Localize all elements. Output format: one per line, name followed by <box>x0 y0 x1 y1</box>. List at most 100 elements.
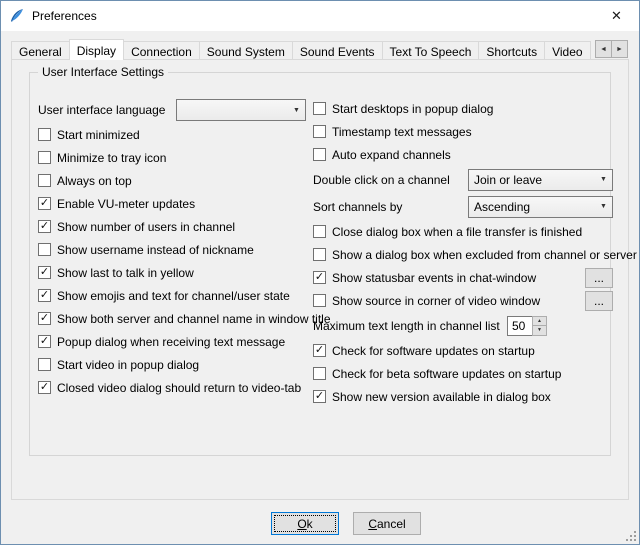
scroll-left-icon: ◄ <box>600 46 607 53</box>
max-text-length-field[interactable]: 50 <box>507 316 533 336</box>
ellipsis-button[interactable]: ... <box>585 268 613 288</box>
chevron-down-icon: ▼ <box>289 101 304 119</box>
tab-scroll-left-button[interactable]: ◄ <box>595 40 612 58</box>
checkbox-unchecked[interactable] <box>313 148 326 161</box>
checkbox-checked[interactable]: ✓ <box>313 390 326 403</box>
checkbox-unchecked[interactable] <box>38 358 51 371</box>
preferences-window: Preferences ✕ GeneralDisplayConnectionSo… <box>0 0 640 545</box>
window-title: Preferences <box>32 9 97 23</box>
checkbox-row: ✓ Show new version available in dialog bo… <box>313 385 613 408</box>
checkbox-label: Popup dialog when receiving text message <box>57 335 285 349</box>
spin-up-icon: ▲ <box>537 318 542 324</box>
checkbox-row: Always on top <box>38 169 310 192</box>
checkbox-label: Auto expand channels <box>332 148 451 162</box>
left-checkbox-list: Start minimized Minimize to tray icon Alwa… <box>38 123 310 399</box>
checkbox-label: Check for beta software updates on start… <box>332 367 561 381</box>
scroll-right-icon: ► <box>616 46 623 53</box>
checkbox-checked[interactable]: ✓ <box>38 197 51 210</box>
checkbox-unchecked[interactable] <box>313 225 326 238</box>
checkbox-row: Start desktops in popup dialog <box>313 97 613 120</box>
spin-down-button[interactable]: ▼ <box>532 325 547 336</box>
ellipsis-button[interactable]: ... <box>585 291 613 311</box>
checkbox-label: Show statusbar events in chat-window <box>332 271 536 285</box>
checkbox-checked[interactable]: ✓ <box>313 344 326 357</box>
tab-text-to-speech[interactable]: Text To Speech <box>382 41 480 60</box>
checkbox-row: Show a dialog box when excluded from cha… <box>313 243 613 266</box>
sort-channels-row: Sort channels by Ascending ▼ <box>313 193 613 220</box>
app-icon <box>9 8 25 24</box>
checkbox-checked[interactable]: ✓ <box>313 271 326 284</box>
max-text-length-label: Maximum text length in channel list <box>313 319 507 333</box>
chevron-down-icon: ▼ <box>596 171 611 189</box>
language-row: User interface language ▼ <box>38 97 310 123</box>
left-column: User interface language ▼ Start minimize… <box>38 97 310 399</box>
tab-display[interactable]: Display <box>69 39 124 60</box>
checkbox-checked[interactable]: ✓ <box>38 289 51 302</box>
checkbox-unchecked[interactable] <box>313 294 326 307</box>
spin-down-icon: ▼ <box>537 327 542 333</box>
checkbox-label: Minimize to tray icon <box>57 151 166 165</box>
checkbox-label: Close dialog box when a file transfer is… <box>332 225 582 239</box>
checkbox-label: Closed video dialog should return to vid… <box>57 381 301 395</box>
language-label: User interface language <box>38 103 176 117</box>
checkbox-unchecked[interactable] <box>313 248 326 261</box>
right-checkbox-list-mid: Close dialog box when a file transfer is… <box>313 220 613 312</box>
checkbox-row: Check for beta software updates on start… <box>313 362 613 385</box>
checkbox-label: Show source in corner of video window <box>332 294 540 308</box>
close-button[interactable]: ✕ <box>594 1 639 30</box>
sort-channels-label: Sort channels by <box>313 200 468 214</box>
checkbox-unchecked[interactable] <box>38 151 51 164</box>
checkbox-row: Show username instead of nickname <box>38 238 310 261</box>
checkbox-row: Close dialog box when a file transfer is… <box>313 220 613 243</box>
checkbox-row: Show source in corner of video window... <box>313 289 613 312</box>
tab-sound-system[interactable]: Sound System <box>199 41 293 60</box>
checkbox-label: Start minimized <box>57 128 140 142</box>
checkbox-unchecked[interactable] <box>313 367 326 380</box>
tab-general[interactable]: General <box>11 41 70 60</box>
checkbox-label: Start video in popup dialog <box>57 358 199 372</box>
checkbox-row: ✓ Show statusbar events in chat-window... <box>313 266 613 289</box>
checkbox-unchecked[interactable] <box>313 102 326 115</box>
checkbox-row: Minimize to tray icon <box>38 146 310 169</box>
tab-bar: GeneralDisplayConnectionSound SystemSoun… <box>11 39 597 60</box>
checkbox-checked[interactable]: ✓ <box>38 381 51 394</box>
checkbox-checked[interactable]: ✓ <box>38 312 51 325</box>
checkbox-unchecked[interactable] <box>38 128 51 141</box>
checkbox-unchecked[interactable] <box>313 125 326 138</box>
tab-scroll-right-button[interactable]: ► <box>611 40 628 58</box>
sort-channels-dropdown[interactable]: Ascending ▼ <box>468 196 613 218</box>
tab-video[interactable]: Video <box>544 41 590 60</box>
ok-button[interactable]: Ok <box>271 512 339 535</box>
checkbox-label: Show username instead of nickname <box>57 243 254 257</box>
checkbox-row: ✓ Closed video dialog should return to vi… <box>38 376 310 399</box>
checkbox-row: Start video in popup dialog <box>38 353 310 376</box>
language-dropdown[interactable]: ▼ <box>176 99 306 121</box>
checkbox-checked[interactable]: ✓ <box>38 335 51 348</box>
cancel-button[interactable]: Cancel <box>353 512 421 535</box>
double-click-label: Double click on a channel <box>313 173 468 187</box>
checkbox-row: ✓ Enable VU-meter updates <box>38 192 310 215</box>
checkbox-label: Show last to talk in yellow <box>57 266 194 280</box>
checkbox-row: ✓Show number of users in channel <box>38 215 310 238</box>
right-checkbox-list-top: Start desktops in popup dialogTimestamp … <box>313 97 613 166</box>
checkbox-checked[interactable]: ✓ <box>38 266 51 279</box>
checkbox-unchecked[interactable] <box>38 243 51 256</box>
checkbox-row: Timestamp text messages <box>313 120 613 143</box>
tab-sound-events[interactable]: Sound Events <box>292 41 383 60</box>
titlebar: Preferences ✕ <box>1 1 639 31</box>
tab-shortcuts[interactable]: Shortcuts <box>478 41 545 60</box>
checkbox-unchecked[interactable] <box>38 174 51 187</box>
tab-connection[interactable]: Connection <box>123 41 200 60</box>
checkbox-checked[interactable]: ✓ <box>38 220 51 233</box>
checkbox-label: Show new version available in dialog box <box>332 390 551 404</box>
checkbox-label: Always on top <box>57 174 132 188</box>
double-click-dropdown[interactable]: Join or leave ▼ <box>468 169 613 191</box>
resize-grip[interactable] <box>624 529 637 542</box>
right-column: Start desktops in popup dialogTimestamp … <box>313 97 613 408</box>
tab-page-display: User Interface Settings User interface l… <box>11 59 629 500</box>
max-text-length-spinner: 50 ▲ ▼ <box>507 316 547 336</box>
checkbox-row: ✓ Popup dialog when receiving text messag… <box>38 330 310 353</box>
checkbox-label: Check for software updates on startup <box>332 344 535 358</box>
checkbox-label: Enable VU-meter updates <box>57 197 195 211</box>
chevron-down-icon: ▼ <box>596 198 611 216</box>
